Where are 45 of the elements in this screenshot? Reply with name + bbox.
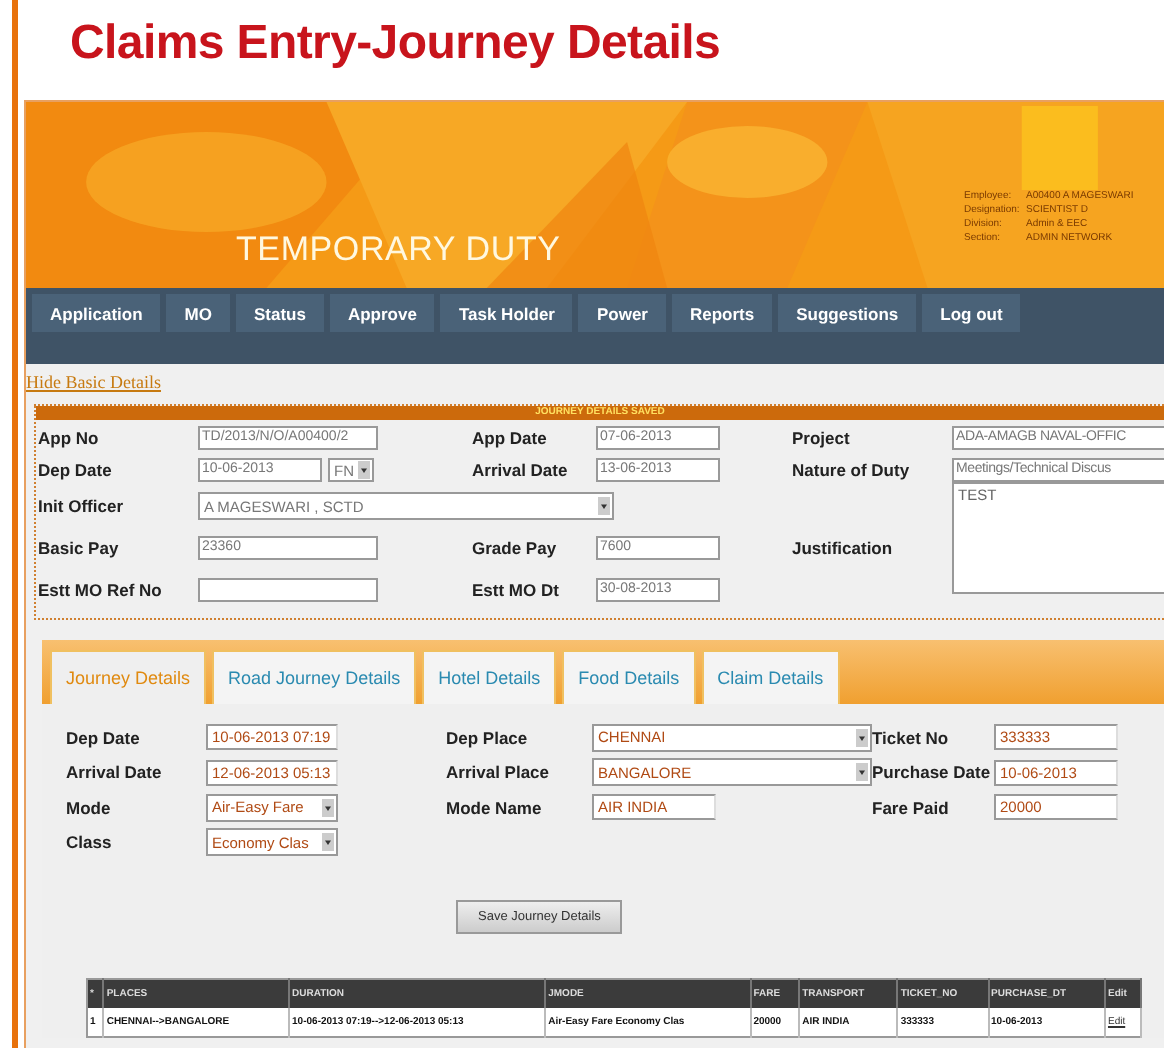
- field-label: Estt MO Ref No: [38, 580, 164, 600]
- caret-icon: [856, 762, 868, 783]
- hide-details-link[interactable]: Hide Basic Details: [26, 368, 1164, 396]
- nav-button[interactable]: Status: [235, 294, 324, 332]
- page-title: Claims Entry-Journey Details: [68, 14, 723, 74]
- field-label: Justification: [792, 538, 895, 558]
- tab[interactable]: Road Journey Details: [212, 650, 417, 704]
- nav-button[interactable]: Application: [32, 294, 161, 332]
- field-label: Estt MO Dt: [472, 580, 561, 600]
- field-label: Purchase Date: [872, 762, 993, 783]
- field-label: Fare Paid: [872, 797, 951, 818]
- caret-icon: [856, 727, 868, 748]
- field-label: Arrival Place: [446, 762, 552, 783]
- field-label: Grade Pay: [472, 538, 559, 558]
- field-label: Arrival Date: [472, 460, 570, 480]
- tab[interactable]: Food Details: [562, 650, 696, 704]
- field-label: Project: [792, 428, 852, 448]
- caret-icon: [322, 797, 334, 818]
- field-label: Ticket No: [872, 727, 951, 748]
- tab[interactable]: Hotel Details: [422, 650, 557, 704]
- banner-title: TEMPORARY DUTY: [236, 230, 561, 270]
- input-field[interactable]: [198, 578, 378, 602]
- field-label: Class: [66, 832, 114, 853]
- nav-button[interactable]: Task Holder: [440, 294, 573, 332]
- field-label: App Date: [472, 428, 549, 448]
- field-label: Dep Place: [446, 727, 530, 748]
- nav-button[interactable]: Log out: [922, 294, 1021, 332]
- caret-icon: [322, 832, 334, 853]
- nav-button[interactable]: MO: [166, 294, 230, 332]
- field-label: Basic Pay: [38, 538, 121, 558]
- field-label: Nature of Duty: [792, 460, 912, 480]
- field-label: Arrival Date: [66, 762, 164, 783]
- nav-button[interactable]: Suggestions: [778, 294, 917, 332]
- field-label: Dep Date: [38, 460, 114, 480]
- nav-button[interactable]: Approve: [329, 294, 435, 332]
- caret-icon: [598, 496, 610, 516]
- nav-button[interactable]: Power: [578, 294, 666, 332]
- nav-button[interactable]: Reports: [672, 294, 773, 332]
- field-label: Init Officer: [38, 496, 126, 516]
- tab[interactable]: Claim Details: [701, 650, 840, 704]
- field-label: Dep Date: [66, 727, 142, 748]
- field-label: Mode Name: [446, 797, 544, 818]
- field-label: App No: [38, 428, 101, 448]
- field-label: Mode: [66, 797, 113, 818]
- caret-icon: [358, 460, 370, 480]
